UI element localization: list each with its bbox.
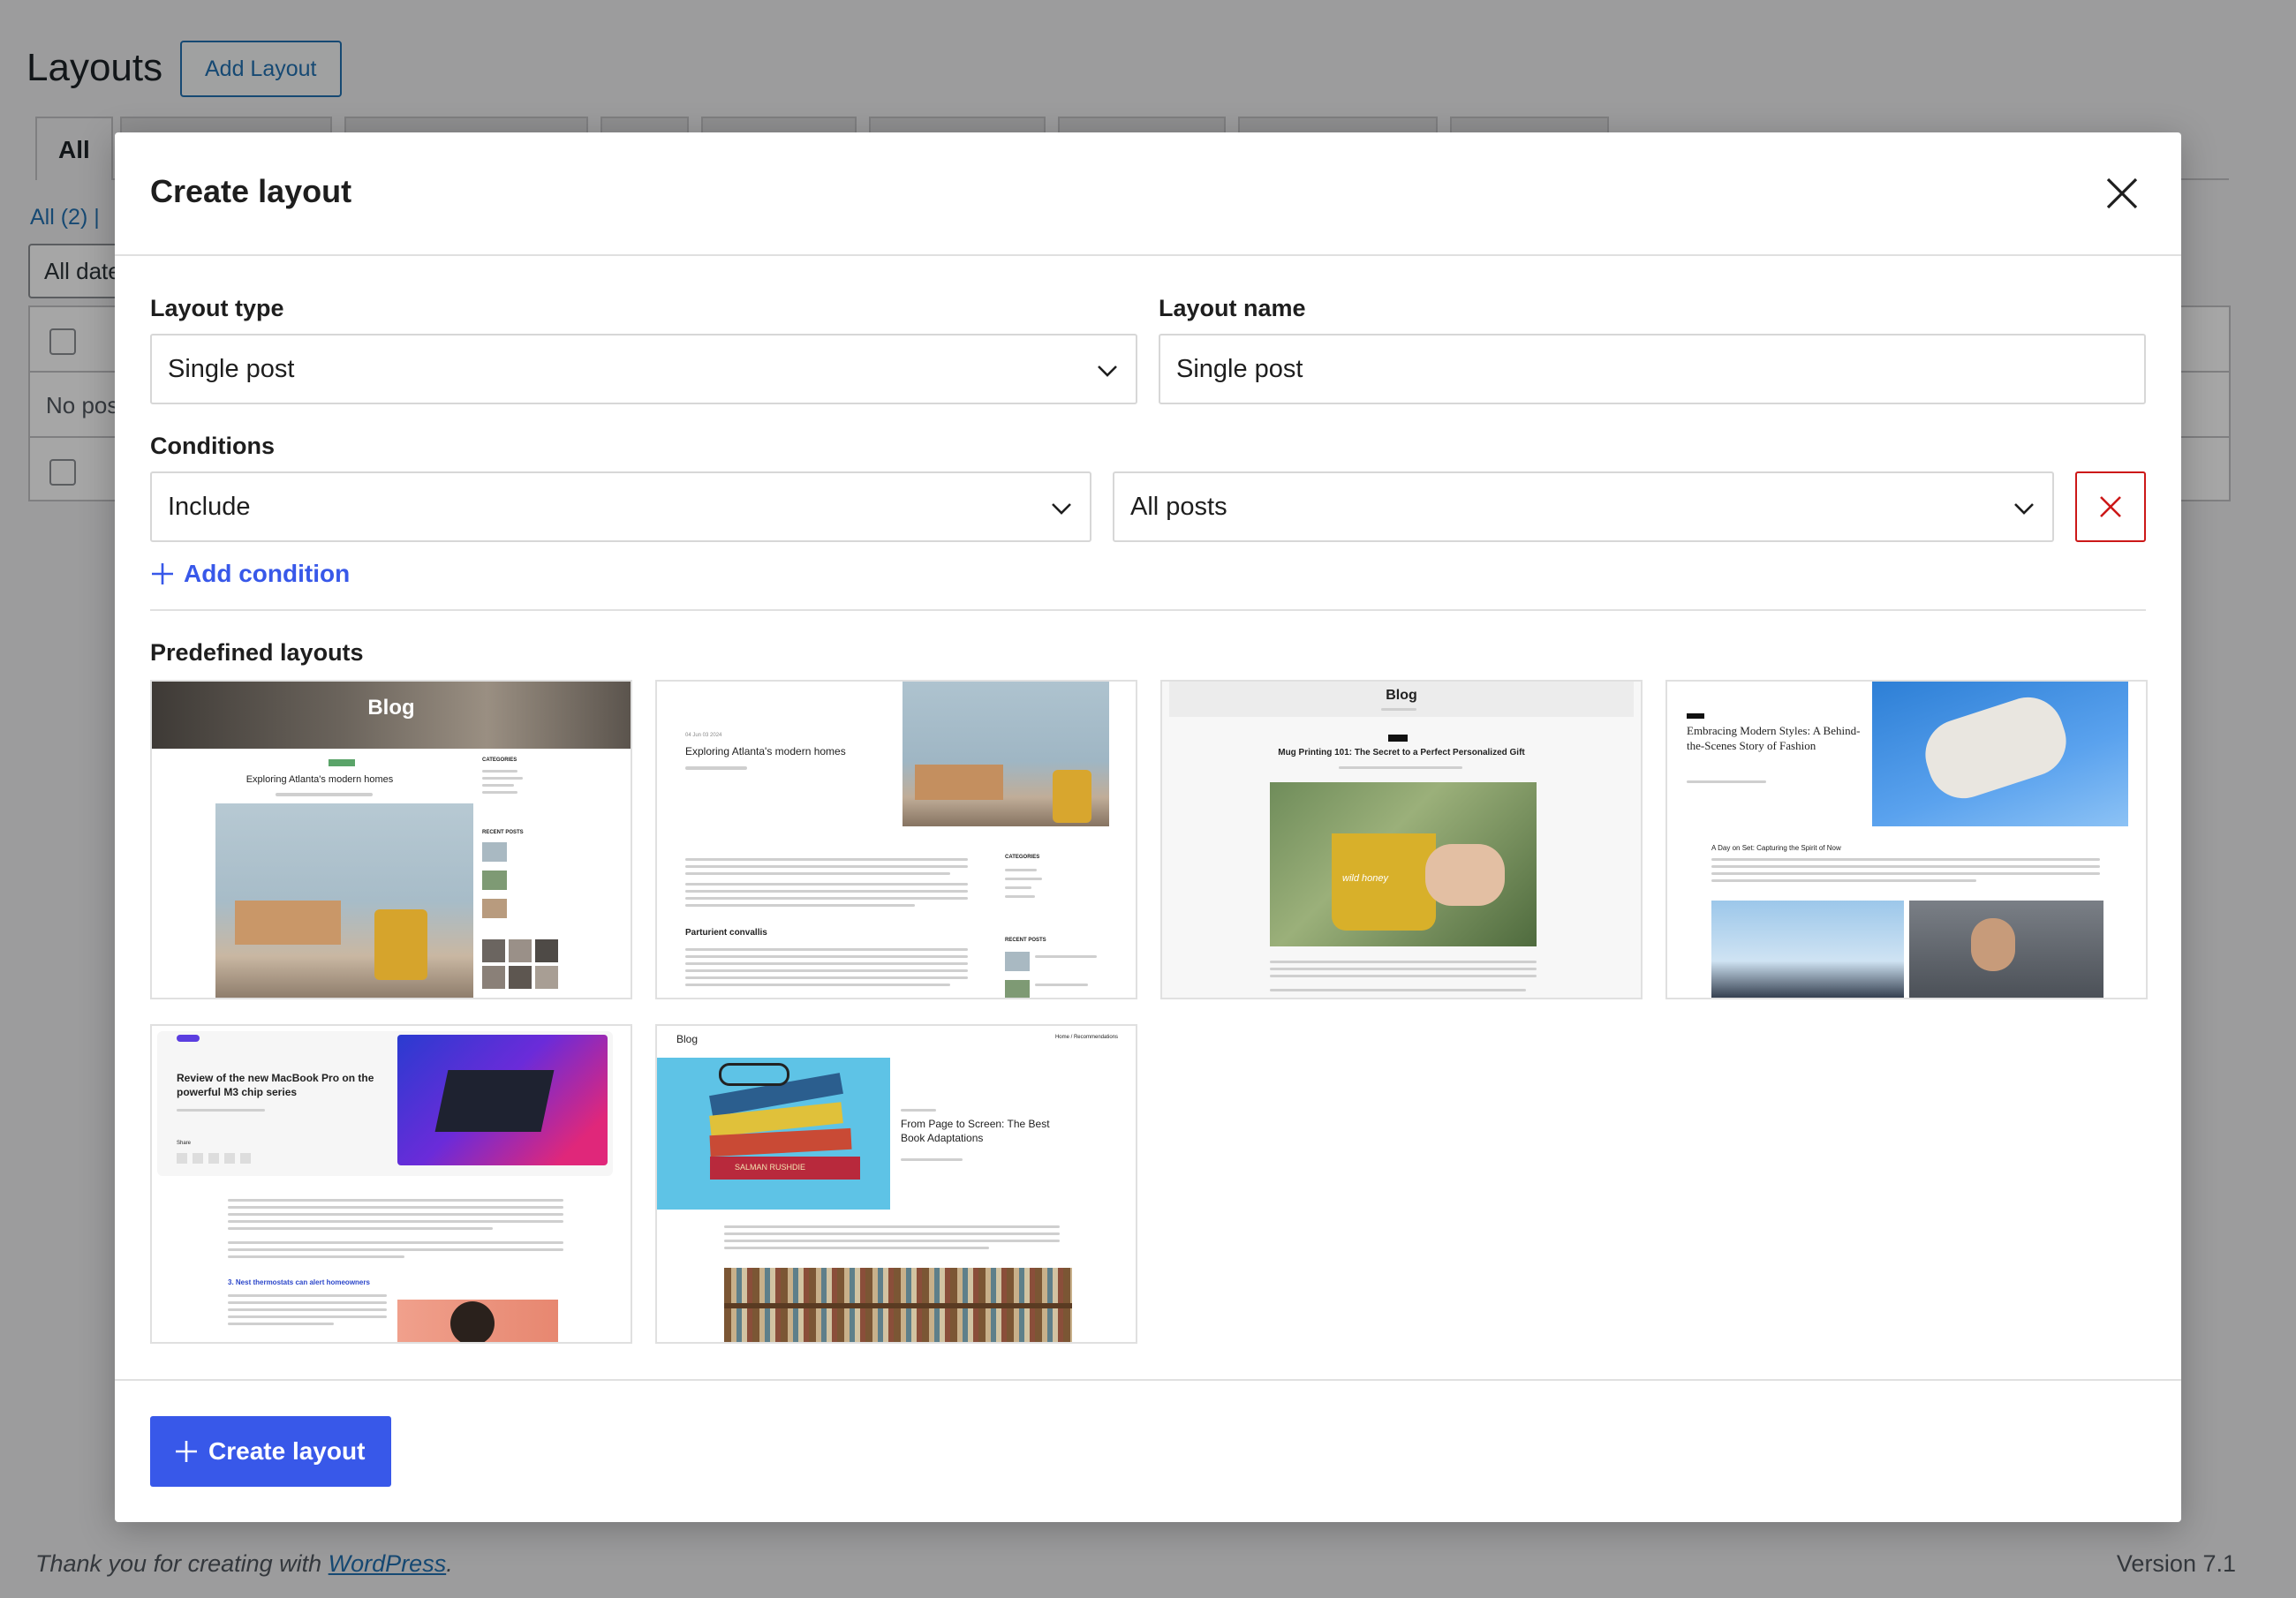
chevron-down-icon: [2014, 503, 2034, 515]
add-condition-button[interactable]: Add condition: [150, 560, 350, 588]
layout-name-value: Single post: [1176, 355, 1303, 383]
thumb-subhead: Parturient convallis: [685, 928, 767, 938]
chevron-down-icon: [1098, 366, 1117, 377]
plus-icon: [176, 1441, 197, 1462]
thumb-heading: Blog: [676, 1033, 699, 1045]
book-spine-text: SALMAN RUSHDIE: [735, 1163, 806, 1172]
section-divider: [150, 609, 2146, 611]
predefined-layout-thumb[interactable]: Review of the new MacBook Pro on the pow…: [150, 1024, 632, 1344]
create-layout-label: Create layout: [208, 1437, 366, 1465]
books-image: SALMAN RUSHDIE: [657, 1058, 890, 1210]
thumb-nav: Home / Recommendations: [1054, 1035, 1118, 1040]
person-image: [397, 1300, 558, 1342]
predefined-layout-thumb[interactable]: Blog Mug Printing 101: The Secret to a P…: [1160, 680, 1643, 999]
thumb-title: Exploring Atlanta's modern homes: [685, 745, 846, 758]
thumb-heading: Blog: [1386, 688, 1417, 703]
laptop-image: [397, 1035, 608, 1165]
conditions-label: Conditions: [150, 433, 275, 459]
thumb-title: From Page to Screen: The Best Book Adapt…: [901, 1118, 1050, 1144]
plus-icon: [152, 563, 173, 584]
post-image: [903, 682, 1109, 826]
layout-type-value: Single post: [168, 355, 295, 383]
bookshelf-image: [724, 1268, 1072, 1342]
recent-posts-heading: RECENT POSTS: [482, 830, 524, 835]
thumb-subhead: 3. Nest thermostats can alert homeowners: [228, 1278, 370, 1286]
thumb-title: Exploring Atlanta's modern homes: [245, 774, 394, 785]
layout-name-input[interactable]: Single post: [1159, 334, 2146, 404]
thumb-heading: Blog: [367, 696, 415, 720]
close-button[interactable]: [2100, 171, 2144, 215]
fashion-image-3: [1909, 901, 2103, 998]
chevron-down-icon: [1052, 503, 1071, 515]
condition-target-select[interactable]: All posts: [1113, 471, 2054, 542]
share-label: Share: [177, 1141, 192, 1146]
thumb-title: Embracing Modern Styles: A Behind-the-Sc…: [1687, 724, 1861, 752]
post-image: [215, 803, 473, 998]
modal-header: Create layout: [115, 132, 2181, 256]
condition-target-value: All posts: [1130, 493, 1227, 521]
predefined-layout-thumb[interactable]: Blog Exploring Atlanta's modern homes CA…: [150, 680, 632, 999]
thumb-title: Mug Printing 101: The Secret to a Perfec…: [1278, 748, 1525, 758]
recent-posts-heading: RECENT POSTS: [1005, 938, 1046, 943]
fashion-image-2: [1711, 901, 1904, 998]
condition-mode-value: Include: [168, 493, 251, 521]
thumb-title: Review of the new MacBook Pro on the pow…: [177, 1072, 374, 1098]
predefined-layout-thumb[interactable]: Embracing Modern Styles: A Behind-the-Sc…: [1665, 680, 2148, 999]
condition-mode-select[interactable]: Include: [150, 471, 1091, 542]
close-icon: [2106, 177, 2138, 209]
modal-footer: Create layout: [115, 1379, 2181, 1522]
mug-image: wild honey: [1270, 782, 1537, 946]
predefined-layouts-label: Predefined layouts: [150, 639, 364, 666]
predefined-layout-thumb[interactable]: 04 Jun 03 2024 Exploring Atlanta's moder…: [655, 680, 1137, 999]
create-layout-button[interactable]: Create layout: [150, 1416, 392, 1487]
layout-type-select[interactable]: Single post: [150, 334, 1137, 404]
thumb-date: 04 Jun 03 2024: [685, 733, 722, 738]
remove-condition-button[interactable]: [2075, 471, 2146, 542]
layout-name-label: Layout name: [1159, 295, 1306, 321]
add-condition-label: Add condition: [184, 560, 351, 587]
close-icon: [2100, 496, 2121, 517]
sidebar-heading: CATEGORIES: [482, 758, 517, 763]
fashion-image: [1872, 682, 2128, 826]
mug-text: wild honey: [1342, 873, 1388, 884]
predefined-layout-thumb[interactable]: Blog Home / Recommendations SALMAN RUSHD…: [655, 1024, 1137, 1344]
layout-type-label: Layout type: [150, 295, 284, 321]
category-badge: [329, 759, 355, 766]
modal-title: Create layout: [150, 173, 352, 209]
sidebar-heading: CATEGORIES: [1005, 855, 1040, 860]
create-layout-modal: Create layout Layout type Single post La…: [115, 132, 2181, 1522]
thumb-subhead: A Day on Set: Capturing the Spirit of No…: [1711, 844, 1841, 852]
